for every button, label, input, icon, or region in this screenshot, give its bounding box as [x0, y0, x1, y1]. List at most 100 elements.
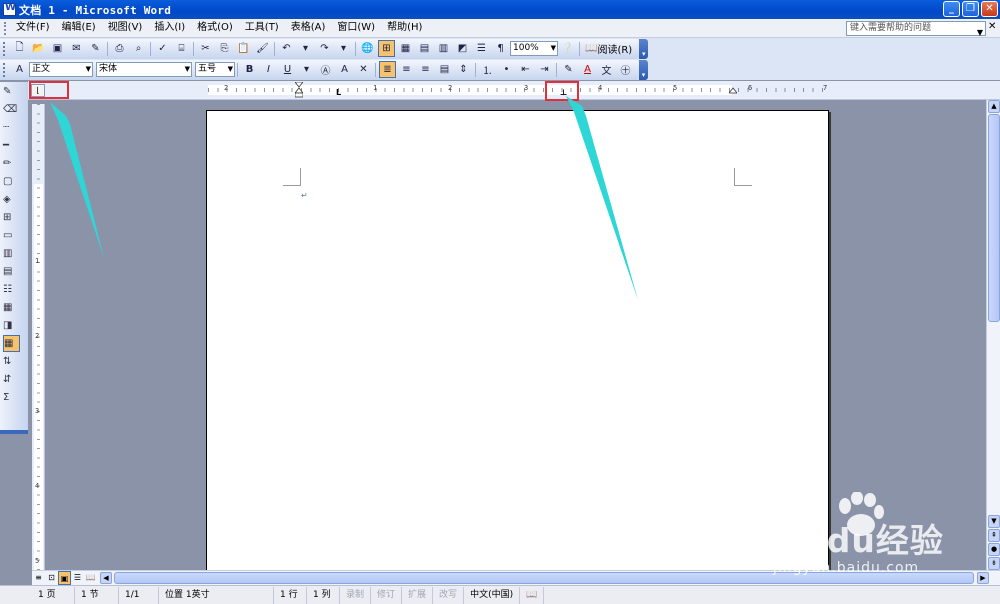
- new-document-icon[interactable]: 🗋: [11, 40, 28, 57]
- close-button[interactable]: ✕: [981, 1, 998, 17]
- left-tab-stop-icon[interactable]: L: [336, 88, 341, 97]
- columns-icon[interactable]: ▥: [435, 40, 452, 57]
- chevron-down-icon[interactable]: ▼: [185, 63, 190, 76]
- menu-tools[interactable]: 工具(T): [239, 19, 285, 37]
- tables-borders-icon[interactable]: ⊞: [378, 40, 395, 57]
- toolbar-options-icon[interactable]: ▾: [639, 59, 648, 80]
- permission-icon[interactable]: ✉: [68, 40, 85, 57]
- document-map-icon[interactable]: ☰: [473, 40, 490, 57]
- menu-insert[interactable]: 插入(I): [148, 19, 191, 37]
- hyperlink-icon[interactable]: 🌐: [359, 40, 376, 57]
- line-spacing-icon[interactable]: ⇕: [455, 61, 472, 78]
- style-select[interactable]: 正文 ▼: [29, 62, 93, 77]
- print-preview-icon[interactable]: ⌕: [130, 40, 147, 57]
- spelling-status-icon[interactable]: 📖: [520, 586, 545, 604]
- insert-excel-icon[interactable]: ▤: [416, 40, 433, 57]
- styles-formatting-icon[interactable]: A: [11, 61, 28, 78]
- font-select[interactable]: 宋体 ▼: [96, 62, 192, 77]
- char-border-icon[interactable]: Ⓐ: [317, 61, 334, 78]
- help-search-input[interactable]: 键入需要帮助的问题 ▼: [846, 21, 986, 37]
- scroll-thumb[interactable]: [988, 114, 1000, 322]
- show-gridlines-icon[interactable]: ▦: [3, 335, 20, 352]
- char-scale-icon[interactable]: ✕: [355, 61, 372, 78]
- first-line-indent-marker[interactable]: [295, 82, 303, 98]
- reading-view-icon[interactable]: 📖: [84, 571, 97, 585]
- email-icon[interactable]: ✎: [87, 40, 104, 57]
- underline-icon[interactable]: U: [279, 61, 296, 78]
- menu-file[interactable]: 文件(F): [10, 19, 56, 37]
- status-extend[interactable]: 扩展: [402, 586, 434, 604]
- line-style-icon[interactable]: ┈: [3, 119, 25, 136]
- sort-ascending-icon[interactable]: ⇅: [3, 353, 25, 370]
- table-autoformat-icon[interactable]: ◨: [3, 317, 25, 334]
- menu-view[interactable]: 视图(V): [102, 19, 149, 37]
- merge-cells-icon[interactable]: ▭: [3, 227, 25, 244]
- menu-help[interactable]: 帮助(H): [381, 19, 428, 37]
- drawing-icon[interactable]: ◩: [454, 40, 471, 57]
- spelling-icon[interactable]: ✓: [154, 40, 171, 57]
- print-icon[interactable]: ⎙: [111, 40, 128, 57]
- font-color-icon[interactable]: A: [579, 61, 596, 78]
- redo-dropdown-icon[interactable]: ▾: [335, 40, 352, 57]
- paste-icon[interactable]: 📋: [235, 40, 252, 57]
- undo-icon[interactable]: ↶: [278, 40, 295, 57]
- insert-table-icon[interactable]: ▦: [397, 40, 414, 57]
- help-icon[interactable]: ❔: [559, 40, 576, 57]
- read-button[interactable]: 📖 阅读(R): [582, 41, 635, 56]
- menubar-grip[interactable]: [4, 21, 7, 35]
- status-overtype[interactable]: 改写: [433, 586, 465, 604]
- autosum-icon[interactable]: Σ: [3, 389, 25, 406]
- minimize-button[interactable]: _: [943, 1, 960, 17]
- chevron-down-icon[interactable]: ▼: [551, 42, 556, 55]
- document-page[interactable]: ↵: [206, 110, 829, 570]
- font-size-select[interactable]: 五号 ▼: [195, 62, 235, 77]
- bullets-icon[interactable]: •: [498, 61, 515, 78]
- distribute-columns-icon[interactable]: ▦: [3, 299, 25, 316]
- toolbar-grip[interactable]: [3, 62, 7, 77]
- menu-window[interactable]: 窗口(W): [331, 19, 381, 37]
- format-painter-icon[interactable]: 🖌: [254, 40, 271, 57]
- document-close-icon[interactable]: ✕: [988, 21, 998, 32]
- open-folder-icon[interactable]: 📂: [30, 40, 47, 57]
- scroll-up-icon[interactable]: ▲: [988, 100, 1000, 113]
- toolbar-options-icon[interactable]: ▾: [639, 38, 649, 59]
- distribute-rows-icon[interactable]: ☷: [3, 281, 25, 298]
- menu-edit[interactable]: 编辑(E): [56, 19, 102, 37]
- toolbar-grip[interactable]: [3, 41, 7, 56]
- undo-dropdown-icon[interactable]: ▾: [297, 40, 314, 57]
- increase-indent-icon[interactable]: ⇥: [536, 61, 553, 78]
- underline-dropdown-icon[interactable]: ▾: [298, 61, 315, 78]
- numbering-icon[interactable]: ⒈: [479, 61, 496, 78]
- char-shading-icon[interactable]: A: [336, 61, 353, 78]
- chevron-down-icon[interactable]: ▼: [86, 63, 91, 76]
- decrease-indent-icon[interactable]: ⇤: [517, 61, 534, 78]
- web-view-icon[interactable]: ⊡: [45, 571, 58, 585]
- status-track-changes[interactable]: 修订: [371, 586, 403, 604]
- enclose-characters-icon[interactable]: ㊉: [617, 61, 634, 78]
- redo-icon[interactable]: ↷: [316, 40, 333, 57]
- draw-table-icon[interactable]: ✎: [3, 83, 25, 100]
- align-right-icon[interactable]: ≡: [417, 61, 434, 78]
- normal-view-icon[interactable]: ≡: [32, 571, 45, 585]
- copy-icon[interactable]: ⎘: [216, 40, 233, 57]
- bold-icon[interactable]: B: [241, 61, 258, 78]
- insert-table-icon[interactable]: ⊞: [3, 209, 25, 226]
- distributed-icon[interactable]: ▤: [436, 61, 453, 78]
- outline-view-icon[interactable]: ☰: [71, 571, 84, 585]
- line-weight-icon[interactable]: ━: [3, 137, 25, 154]
- align-justify-icon[interactable]: ≣: [379, 61, 396, 78]
- word-app-icon[interactable]: [3, 2, 16, 16]
- align-center-icon[interactable]: ≡: [398, 61, 415, 78]
- highlight-icon[interactable]: ✎: [560, 61, 577, 78]
- status-record[interactable]: 录制: [340, 586, 372, 604]
- italic-icon[interactable]: I: [260, 61, 277, 78]
- menu-table[interactable]: 表格(A): [285, 19, 332, 37]
- scroll-left-icon[interactable]: ◀: [100, 572, 112, 584]
- phonetic-guide-icon[interactable]: 文: [598, 61, 615, 78]
- zoom-select[interactable]: 100% ▼: [510, 41, 558, 56]
- shading-color-icon[interactable]: ◈: [3, 191, 25, 208]
- align-cell-icon[interactable]: ▤: [3, 263, 25, 280]
- print-layout-icon[interactable]: ▣: [58, 571, 71, 585]
- save-icon[interactable]: ▣: [49, 40, 66, 57]
- research-icon[interactable]: ⌸: [173, 40, 190, 57]
